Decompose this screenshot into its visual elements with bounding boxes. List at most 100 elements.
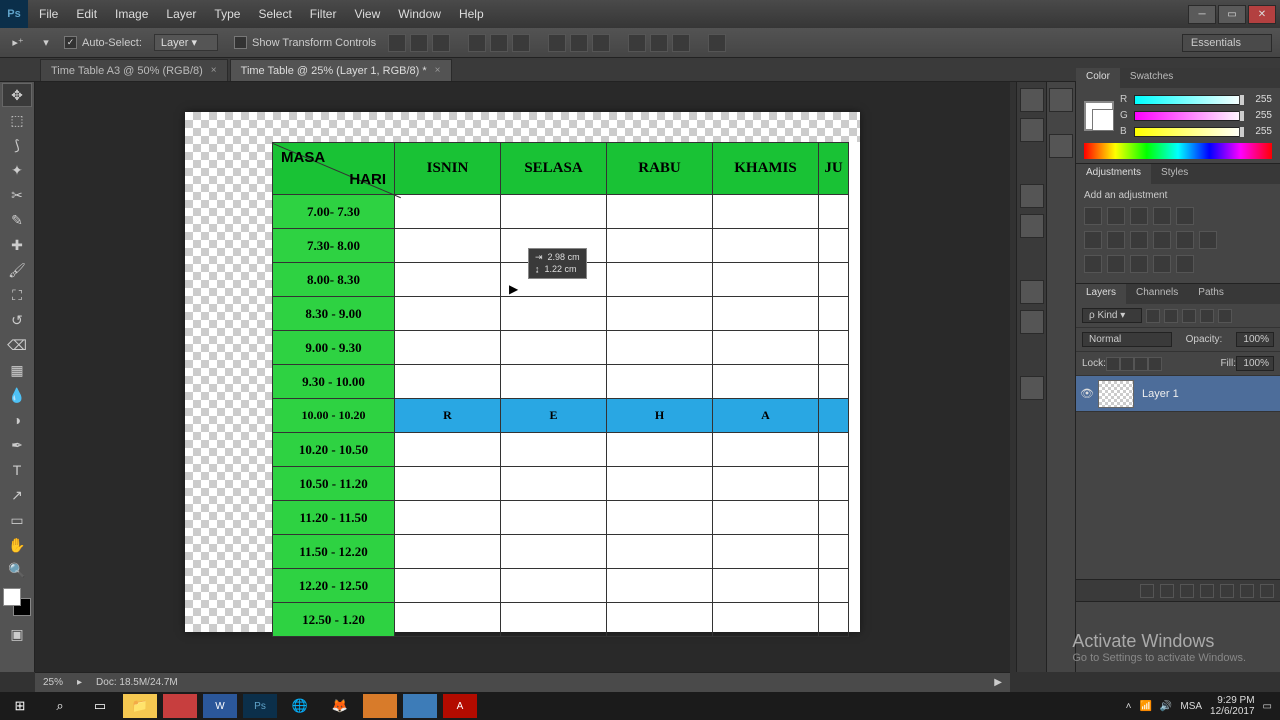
word-icon[interactable]: W bbox=[203, 694, 237, 718]
quickmask-icon[interactable]: ▣ bbox=[2, 622, 32, 646]
notifications-icon[interactable]: ▭ bbox=[1263, 701, 1272, 712]
layer-filter-kind[interactable]: ρ Kind ▾ bbox=[1082, 308, 1142, 323]
lock-position-icon[interactable] bbox=[1134, 357, 1148, 371]
canvas-area[interactable]: MASA HARI ISNIN SELASA RABU KHAMIS JU 7.… bbox=[35, 82, 1010, 672]
auto-align-icon[interactable] bbox=[708, 34, 726, 52]
brush-tool-icon[interactable]: 🖌 bbox=[2, 258, 32, 282]
lookup-icon[interactable] bbox=[1199, 231, 1217, 249]
mask-icon[interactable] bbox=[1180, 584, 1194, 598]
firefox-icon[interactable]: 🦊 bbox=[323, 694, 357, 718]
dodge-tool-icon[interactable]: ◑ bbox=[2, 408, 32, 432]
levels-icon[interactable] bbox=[1107, 207, 1125, 225]
dist-bottom-icon[interactable] bbox=[592, 34, 610, 52]
posterize-icon[interactable] bbox=[1107, 255, 1125, 273]
lasso-tool-icon[interactable]: ⟆ bbox=[2, 133, 32, 157]
fill-adj-icon[interactable] bbox=[1200, 584, 1214, 598]
filter-pixel-icon[interactable] bbox=[1146, 309, 1160, 323]
network-icon[interactable]: 📶 bbox=[1139, 701, 1151, 712]
photoshop-icon[interactable]: Ps bbox=[243, 694, 277, 718]
menu-file[interactable]: File bbox=[30, 4, 67, 24]
filter-type-icon[interactable] bbox=[1182, 309, 1196, 323]
volume-icon[interactable]: 🔊 bbox=[1160, 701, 1172, 712]
close-icon[interactable]: × bbox=[435, 65, 441, 76]
align-hcenter-icon[interactable] bbox=[490, 34, 508, 52]
filter-adj-icon[interactable] bbox=[1164, 309, 1178, 323]
type-tool-icon[interactable]: T bbox=[2, 458, 32, 482]
align-right-icon[interactable] bbox=[512, 34, 530, 52]
bw-icon[interactable] bbox=[1130, 231, 1148, 249]
dist-right-icon[interactable] bbox=[672, 34, 690, 52]
threshold-icon[interactable] bbox=[1130, 255, 1148, 273]
tray-chevron-icon[interactable]: ˄ bbox=[1126, 701, 1132, 712]
info-panel-icon[interactable] bbox=[1020, 214, 1044, 238]
wand-tool-icon[interactable]: ✦ bbox=[2, 158, 32, 182]
menu-filter[interactable]: Filter bbox=[301, 4, 346, 24]
marquee-tool-icon[interactable]: ⬚ bbox=[2, 108, 32, 132]
delete-icon[interactable] bbox=[1260, 584, 1274, 598]
auto-select-checkbox[interactable]: ✓ bbox=[64, 36, 77, 49]
heal-tool-icon[interactable]: ✚ bbox=[2, 233, 32, 257]
fill-value[interactable]: 100% bbox=[1236, 356, 1274, 371]
align-left-icon[interactable] bbox=[468, 34, 486, 52]
blend-mode-select[interactable]: Normal bbox=[1082, 332, 1172, 347]
dist-vcenter-icon[interactable] bbox=[570, 34, 588, 52]
character-panel-icon[interactable] bbox=[1020, 280, 1044, 304]
blur-tool-icon[interactable]: 💧 bbox=[2, 383, 32, 407]
channel-mixer-icon[interactable] bbox=[1176, 231, 1194, 249]
tab-doc-1[interactable]: Time Table A3 @ 50% (RGB/8) × bbox=[40, 59, 228, 81]
lock-transparent-icon[interactable] bbox=[1106, 357, 1120, 371]
search-icon[interactable]: ⌕ bbox=[40, 692, 80, 720]
zoom-tool-icon[interactable]: 🔍 bbox=[2, 558, 32, 582]
histogram-panel-icon[interactable] bbox=[1049, 134, 1073, 158]
filter-smart-icon[interactable] bbox=[1218, 309, 1232, 323]
link-layers-icon[interactable] bbox=[1140, 584, 1154, 598]
paragraph-panel-icon[interactable] bbox=[1020, 310, 1044, 334]
menu-view[interactable]: View bbox=[345, 4, 389, 24]
eyedropper-tool-icon[interactable]: ✎ bbox=[2, 208, 32, 232]
g-value[interactable]: 255 bbox=[1248, 110, 1272, 121]
menu-type[interactable]: Type bbox=[205, 4, 249, 24]
vibrance-icon[interactable] bbox=[1176, 207, 1194, 225]
gradient-tool-icon[interactable]: ▦ bbox=[2, 358, 32, 382]
pen-tool-icon[interactable]: ✒ bbox=[2, 433, 32, 457]
options-dropdown-icon[interactable]: ▾ bbox=[36, 33, 56, 53]
zoom-value[interactable]: 25% bbox=[43, 677, 63, 688]
align-top-icon[interactable] bbox=[388, 34, 406, 52]
brightness-icon[interactable] bbox=[1084, 207, 1102, 225]
close-button[interactable]: ✕ bbox=[1248, 5, 1276, 24]
brush-panel-icon[interactable] bbox=[1020, 376, 1044, 400]
layer-thumbnail[interactable] bbox=[1098, 380, 1134, 408]
document-canvas[interactable]: MASA HARI ISNIN SELASA RABU KHAMIS JU 7.… bbox=[185, 112, 860, 632]
selective-color-icon[interactable] bbox=[1176, 255, 1194, 273]
lock-pixels-icon[interactable] bbox=[1120, 357, 1134, 371]
tab-channels[interactable]: Channels bbox=[1126, 284, 1188, 304]
photo-filter-icon[interactable] bbox=[1153, 231, 1171, 249]
crop-tool-icon[interactable]: ✂ bbox=[2, 183, 32, 207]
start-button[interactable]: ⊞ bbox=[0, 692, 40, 720]
b-slider[interactable] bbox=[1134, 127, 1244, 137]
curves-icon[interactable] bbox=[1130, 207, 1148, 225]
menu-edit[interactable]: Edit bbox=[67, 4, 106, 24]
menu-layer[interactable]: Layer bbox=[157, 4, 205, 24]
navigator-panel-icon[interactable] bbox=[1049, 88, 1073, 112]
align-vcenter-icon[interactable] bbox=[410, 34, 428, 52]
r-slider[interactable] bbox=[1134, 95, 1244, 105]
visibility-icon[interactable]: 👁 bbox=[1076, 387, 1098, 400]
g-slider[interactable] bbox=[1134, 111, 1244, 121]
tab-layers[interactable]: Layers bbox=[1076, 284, 1126, 304]
doc-info[interactable]: Doc: 18.5M/24.7M bbox=[96, 677, 178, 688]
task-view-icon[interactable]: ▭ bbox=[80, 692, 120, 720]
tab-paths[interactable]: Paths bbox=[1188, 284, 1234, 304]
close-icon[interactable]: × bbox=[211, 65, 217, 76]
maximize-button[interactable]: ▭ bbox=[1218, 5, 1246, 24]
history-panel-icon[interactable] bbox=[1020, 88, 1044, 112]
explorer-icon[interactable]: 📁 bbox=[123, 694, 157, 718]
color-balance-icon[interactable] bbox=[1107, 231, 1125, 249]
menu-select[interactable]: Select bbox=[249, 4, 300, 24]
dist-top-icon[interactable] bbox=[548, 34, 566, 52]
group-icon[interactable] bbox=[1220, 584, 1234, 598]
lock-all-icon[interactable] bbox=[1148, 357, 1162, 371]
auto-select-target[interactable]: Layer ▾ bbox=[154, 34, 218, 51]
tab-doc-2[interactable]: Time Table @ 25% (Layer 1, RGB/8) * × bbox=[230, 59, 452, 81]
foreground-swatch[interactable] bbox=[3, 588, 21, 606]
